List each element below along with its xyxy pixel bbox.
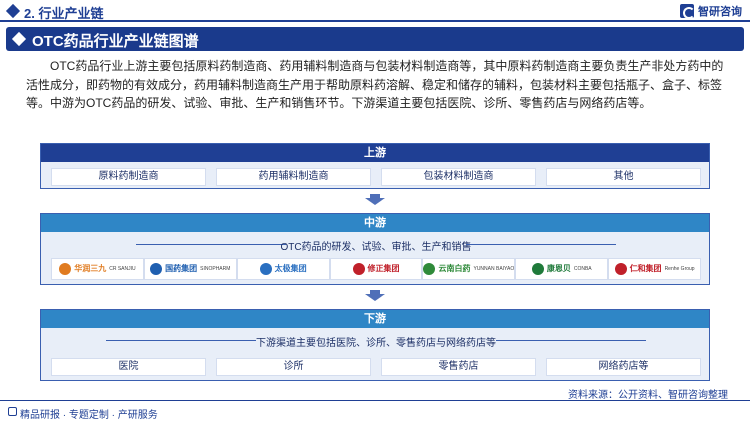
downstream-panel: 下游 下游渠道主要包括医院、诊所、零售药店与网络药店等 医院 诊所 零售药店 网… xyxy=(40,309,710,381)
company-logo-cell: 华润三九 CR SANJIU xyxy=(51,258,144,280)
renhe-logo-icon xyxy=(614,263,627,275)
brand-name: 智研咨询 xyxy=(698,6,742,18)
company-name: 康恩贝 xyxy=(546,264,571,273)
footer-logo-icon xyxy=(8,407,17,416)
down-arrow-icon xyxy=(365,294,385,301)
down-arrow-icon xyxy=(365,198,385,205)
downstream-row: 医院 诊所 零售药店 网络药店等 xyxy=(51,358,701,376)
company-logo-row: 华润三九 CR SANJIU 国药集团 SINOPHARM 太极集团 修正集团 云南白药 YU… xyxy=(51,258,702,280)
midstream-panel: 中游 OTC药品的研发、试验、审批、生产和销售 华润三九 CR SANJIU 国药集… xyxy=(40,213,710,285)
banner-diamond-icon xyxy=(11,31,27,47)
footer-divider xyxy=(0,400,750,401)
downstream-item: 零售药店 xyxy=(381,358,536,376)
company-logo-cell: 国药集团 SINOPHARM xyxy=(143,258,237,280)
brand: 智研咨询 xyxy=(680,3,742,19)
company-name: 仁和集团 xyxy=(629,264,662,273)
xiuzheng-logo-icon xyxy=(352,263,365,275)
subtitle-line-right xyxy=(496,340,646,341)
downstream-title: 下游 xyxy=(41,310,709,328)
top-header: 2. 行业产业链 智研咨询 xyxy=(0,0,750,22)
company-name: 国药集团 xyxy=(165,264,198,273)
company-sub-name: YUNNAN BAIYAO xyxy=(473,266,515,272)
footer: 精品研报 · 专题定制 · 产研服务 xyxy=(0,400,750,421)
company-name: 云南白药 xyxy=(438,264,471,273)
upstream-panel: 上游 原料药制造商 药用辅料制造商 包装材料制造商 其他 xyxy=(40,143,710,189)
company-sub-name: CONBA xyxy=(573,266,592,272)
downstream-item: 诊所 xyxy=(216,358,371,376)
source-note: 资料来源：公开资料、智研咨询整理 xyxy=(568,390,728,401)
company-name: 太极集团 xyxy=(274,264,307,273)
company-sub-name: CR SANJIU xyxy=(109,266,136,272)
company-logo-cell: 太极集团 xyxy=(236,258,330,280)
downstream-item: 网络药店等 xyxy=(546,358,701,376)
subtitle-line-right xyxy=(466,244,616,245)
midstream-subtitle: OTC药品的研发、试验、审批、生产和销售 xyxy=(280,242,472,253)
downstream-subtitle: 下游渠道主要包括医院、诊所、零售药店与网络药店等 xyxy=(256,338,496,349)
upstream-item: 包装材料制造商 xyxy=(381,168,536,186)
midstream-title: 中游 xyxy=(41,214,709,232)
company-logo-cell: 仁和集团 Renhe Group xyxy=(608,258,702,280)
intro-paragraph: OTC药品行业上游主要包括原料药制造商、药用辅料制造商与包装材料制造商等，其中原… xyxy=(26,59,724,110)
title-banner: OTC药品行业产业链图谱 xyxy=(6,27,744,51)
company-logo-cell: 云南白药 YUNNAN BAIYAO xyxy=(422,258,516,280)
company-logo-cell: 修正集团 xyxy=(329,258,423,280)
company-sub-name: SINOPHARM xyxy=(200,266,231,272)
upstream-title: 上游 xyxy=(41,144,709,162)
company-logo-cell: 康恩贝 CONBA xyxy=(515,258,609,280)
downstream-item: 医院 xyxy=(51,358,206,376)
header-divider xyxy=(0,20,750,22)
upstream-row: 原料药制造商 药用辅料制造商 包装材料制造商 其他 xyxy=(51,168,701,186)
footer-tagline: 精品研报 · 专题定制 · 产研服务 xyxy=(20,410,158,421)
upstream-item: 其他 xyxy=(546,168,701,186)
section-diamond-icon xyxy=(5,3,21,19)
conba-logo-icon xyxy=(531,263,544,275)
company-sub-name: Renhe Group xyxy=(664,266,695,272)
cr-sanjiu-logo-icon xyxy=(59,263,72,275)
yunnan-baiyao-logo-icon xyxy=(423,263,436,275)
page-title: OTC药品行业产业链图谱 xyxy=(32,33,199,50)
upstream-item: 原料药制造商 xyxy=(51,168,206,186)
company-name: 华润三九 xyxy=(74,264,107,273)
company-name: 修正集团 xyxy=(367,264,400,273)
upstream-item: 药用辅料制造商 xyxy=(216,168,371,186)
taiji-logo-icon xyxy=(259,263,272,275)
sinopharm-logo-icon xyxy=(150,263,163,275)
brand-logo-icon xyxy=(680,4,695,19)
